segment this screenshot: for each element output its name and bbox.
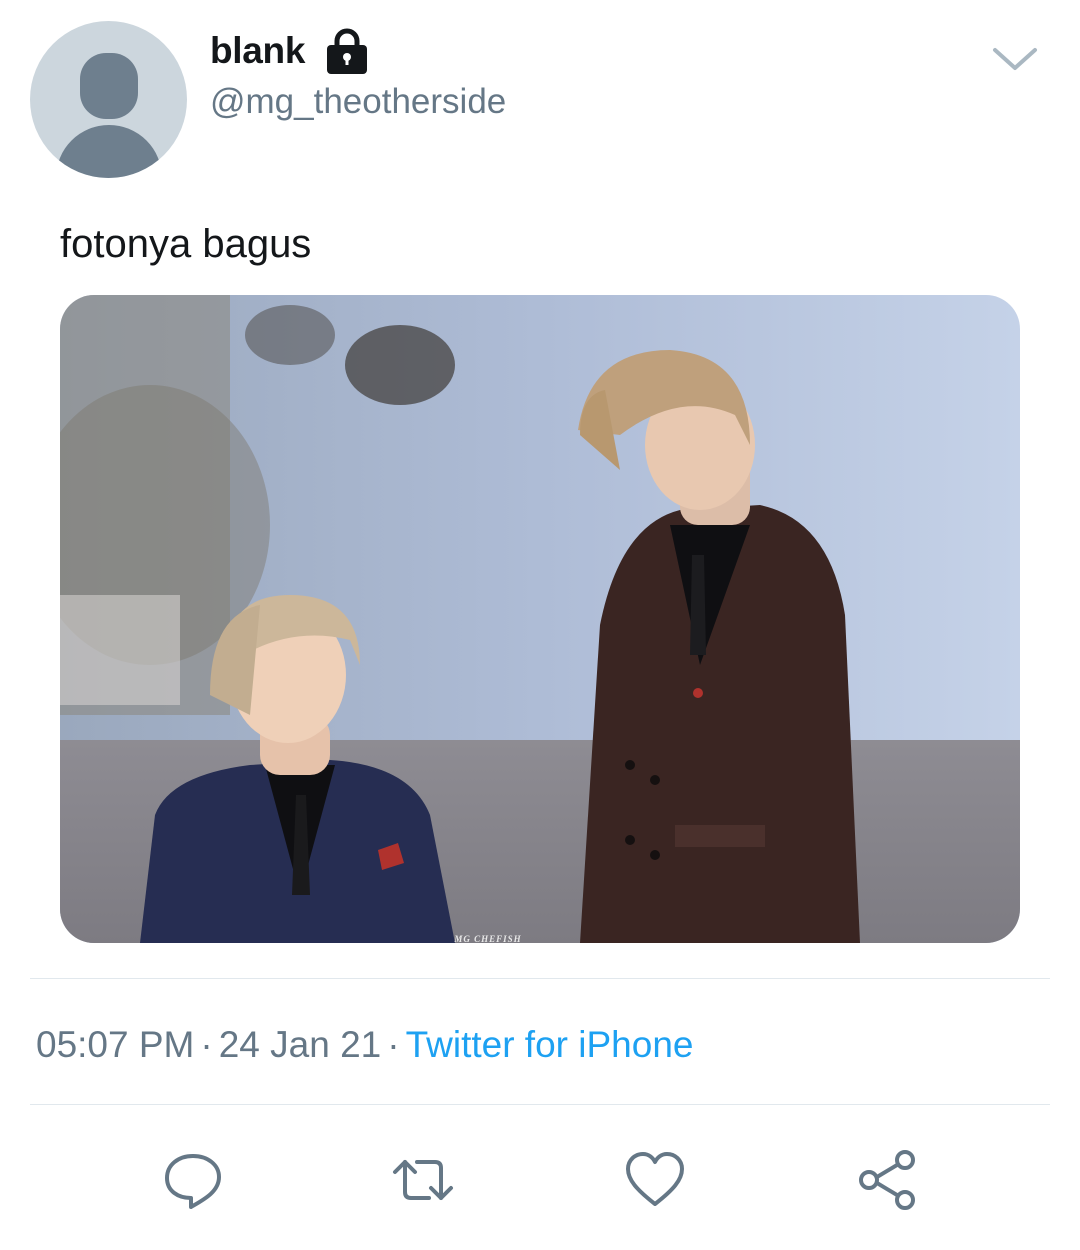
retweet-button[interactable] (388, 1145, 458, 1215)
avatar[interactable] (30, 21, 187, 178)
lock-icon (323, 28, 371, 74)
divider (30, 1104, 1050, 1105)
retweet-icon (393, 1160, 453, 1200)
author-display-name-row[interactable]: blank (210, 28, 371, 74)
tweet-source-link[interactable]: Twitter for iPhone (406, 1024, 694, 1065)
meta-separator: · (200, 1024, 213, 1065)
like-button[interactable] (620, 1145, 690, 1215)
tweet-time: 05:07 PM (36, 1024, 195, 1065)
photo-watermark: MG CHEFISH (454, 934, 522, 944)
chevron-down-icon[interactable] (990, 38, 1040, 78)
default-avatar-icon (80, 53, 138, 119)
author-handle[interactable]: @mg_theotherside (210, 82, 506, 122)
divider (30, 978, 1050, 979)
author-display-name[interactable]: blank (210, 30, 305, 72)
heart-icon (626, 1152, 684, 1206)
tweet-date: 24 Jan 21 (218, 1024, 382, 1065)
tweet-photo[interactable] (60, 295, 1020, 943)
tweet-action-bar (0, 1145, 1080, 1215)
meta-separator: · (387, 1024, 400, 1065)
share-icon (859, 1150, 915, 1210)
reply-icon (165, 1154, 221, 1209)
share-button[interactable] (852, 1145, 922, 1215)
reply-button[interactable] (158, 1145, 228, 1215)
tweet-meta: 05:07 PM · 24 Jan 21 · Twitter for iPhone (36, 1024, 693, 1066)
tweet-text: fotonya bagus (60, 222, 312, 266)
